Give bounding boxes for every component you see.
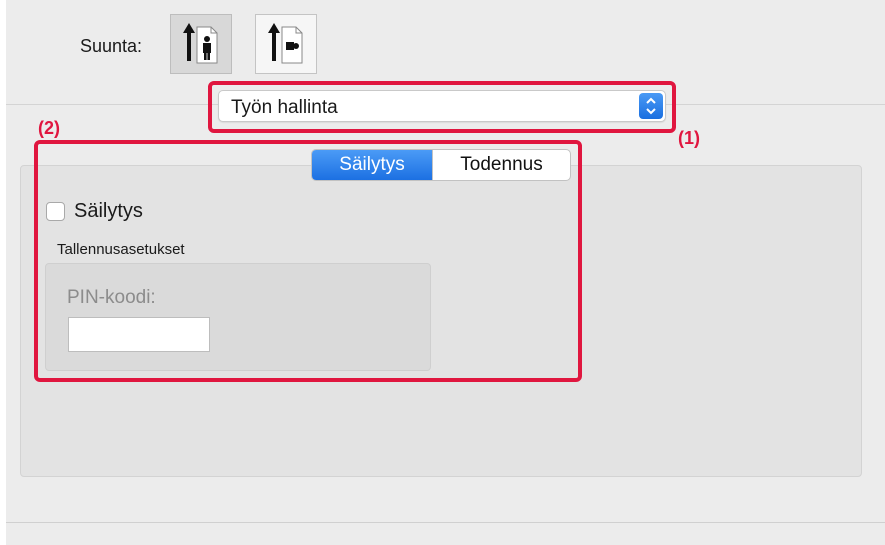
callout-2: (2) — [38, 118, 60, 138]
pin-code-label: PIN-koodi: — [67, 287, 156, 308]
window-edge — [0, 0, 6, 545]
tab-sailytys[interactable]: Säilytys — [312, 150, 432, 180]
tab-todennus[interactable]: Todennus — [432, 150, 570, 180]
footer-divider — [6, 522, 885, 523]
portrait-orientation-icon — [183, 23, 218, 64]
retention-checkbox[interactable] — [46, 202, 65, 221]
storage-settings-title: Tallennusasetukset — [57, 241, 185, 258]
dropdown-value: Työn hallinta — [231, 97, 338, 118]
tab-bar: Säilytys Todennus — [311, 149, 571, 181]
retention-checkbox-label[interactable]: Säilytys — [74, 200, 143, 223]
pin-code-input[interactable] — [68, 317, 210, 352]
callout-1: (1) — [678, 128, 700, 148]
landscape-orientation-icon — [268, 23, 303, 64]
orientation-label: Suunta: — [80, 36, 143, 56]
portrait-orientation-button[interactable] — [170, 14, 232, 74]
chevron-up-down-icon — [639, 93, 663, 119]
landscape-orientation-button[interactable] — [255, 14, 317, 74]
job-handling-dropdown[interactable]: Työn hallinta — [218, 90, 666, 122]
